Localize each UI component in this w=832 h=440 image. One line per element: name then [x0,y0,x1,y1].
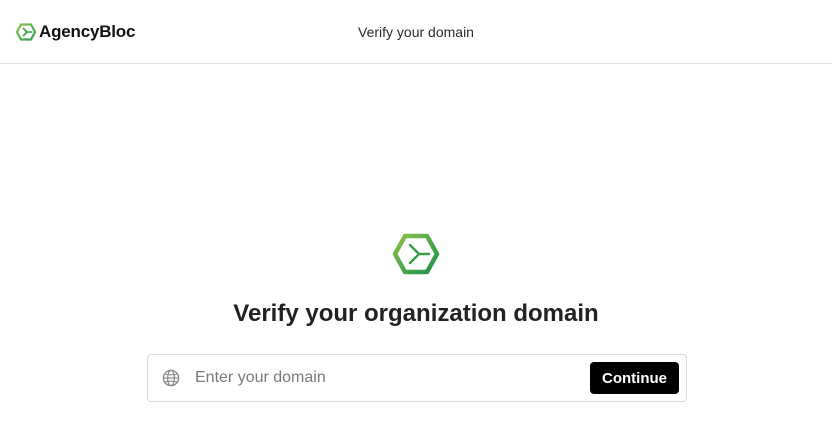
hexagon-chevron-icon [392,233,440,275]
header-title: Verify your domain [358,24,474,40]
domain-input[interactable] [195,365,585,391]
continue-button[interactable]: Continue [590,362,679,394]
page-title: Verify your organization domain [233,300,599,327]
globe-icon [162,369,180,387]
top-header: AgencyBloc Verify your domain [0,0,832,64]
domain-form: Continue [147,354,687,402]
